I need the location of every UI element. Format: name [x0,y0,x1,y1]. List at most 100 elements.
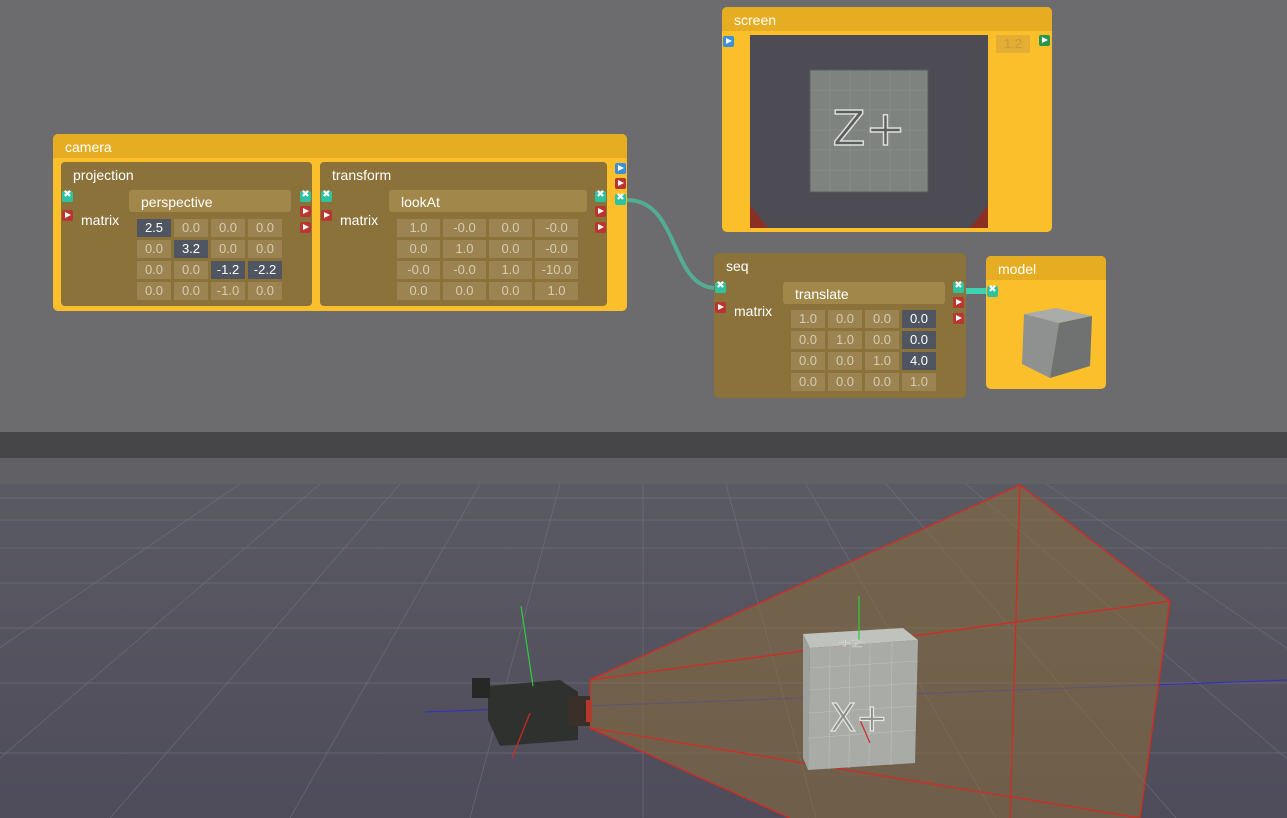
matrix-cell[interactable]: 0.0 [865,373,899,391]
matrix-cell[interactable]: 3.2 [174,240,208,258]
perspective-out-2[interactable] [300,222,311,233]
lookat-out-2[interactable] [595,222,606,233]
perspective-function[interactable]: perspective [129,190,291,212]
camera-output-port-2[interactable] [615,178,626,189]
model-node[interactable]: model [986,256,1106,389]
projection-matrix-port[interactable] [62,210,73,221]
transform-matrix-grid: 1.0 -0.0 0.0 -0.0 0.0 1.0 0.0 -0.0 -0.0 -0.0 1.0 -1… [397,219,578,300]
screen-output-port[interactable] [1039,35,1050,46]
transform-node[interactable]: transform matrix lookAt 1.0-0.00.0-0.00.… [320,162,607,306]
matrix-cell[interactable]: 0.0 [397,282,440,300]
camera-output-port-1[interactable] [615,163,626,174]
seq-node[interactable]: seq matrix translate 1.00.00.00.00.01.00… [714,253,966,398]
screen-preview-label: Z+ [832,100,907,158]
matrix-cell[interactable]: 0.0 [137,240,171,258]
projection-matrix-label: matrix [81,212,120,228]
matrix-cell[interactable]: 1.0 [443,240,486,258]
matrix-cell[interactable]: 0.0 [865,331,899,349]
translate-out-2[interactable] [953,313,964,324]
wire-camera-to-seq [626,198,717,290]
matrix-cell[interactable]: 0.0 [174,282,208,300]
matrix-cell[interactable]: 0.0 [489,240,532,258]
matrix-cell[interactable]: 1.0 [865,352,899,370]
seq-input-port[interactable] [715,280,726,293]
matrix-cell[interactable]: 4.0 [902,352,936,370]
projection-input-port[interactable] [62,189,73,202]
matrix-cell[interactable]: 0.0 [248,219,282,237]
matrix-cell[interactable]: 0.0 [791,352,825,370]
seq-matrix-grid: 1.0 0.0 0.0 0.0 0.0 1.0 0.0 0.0 0.0 0.0 1.0 4.0 0.0 0… [791,310,936,391]
matrix-cell[interactable]: 1.0 [489,261,532,279]
perspective-out-1[interactable] [300,206,311,217]
matrix-cell[interactable]: 0.0 [211,240,245,258]
matrix-cell[interactable]: 0.0 [791,373,825,391]
screen-preview[interactable]: Z+ [750,35,988,228]
matrix-cell[interactable]: -0.0 [397,261,440,279]
matrix-cell[interactable]: 0.0 [791,331,825,349]
matrix-cell[interactable]: -0.0 [443,219,486,237]
matrix-cell[interactable]: -0.0 [443,261,486,279]
model-preview-cube [1022,308,1092,378]
matrix-cell[interactable]: 0.0 [137,282,171,300]
matrix-cell[interactable]: 0.0 [248,282,282,300]
matrix-cell[interactable]: 0.0 [828,352,862,370]
matrix-cell[interactable]: -10.0 [535,261,578,279]
transform-matrix-label: matrix [340,212,379,228]
screen-node-title: screen [734,12,777,28]
translate-out-1[interactable] [953,297,964,308]
scene-graphic [0,458,1287,818]
panel-divider[interactable] [0,432,1287,458]
matrix-cell[interactable]: 0.0 [137,261,171,279]
matrix-cell[interactable]: 1.0 [791,310,825,328]
cube-face-label: X+ [829,695,888,740]
lookat-output-port[interactable] [595,189,606,202]
projection-matrix-grid: 2.5 0.0 0.0 0.0 0.0 3.2 0.0 0.0 0.0 0.0 -1.2 -2.2 0.… [137,219,282,300]
matrix-cell[interactable]: -0.0 [535,219,578,237]
matrix-cell[interactable]: 0.0 [902,310,936,328]
matrix-cell[interactable]: 2.5 [137,219,171,237]
matrix-cell[interactable]: 0.0 [489,282,532,300]
translate-output-port[interactable] [953,280,964,293]
translate-function[interactable]: translate [783,282,945,304]
screen-value-field[interactable]: 1.2 [996,35,1030,53]
cube-top-label: Z+ [838,637,863,650]
matrix-cell[interactable]: 0.0 [489,219,532,237]
camera-output-port-3[interactable] [615,192,626,205]
matrix-cell[interactable]: 0.0 [174,261,208,279]
matrix-cell[interactable]: 1.0 [902,373,936,391]
projection-title: projection [73,167,134,183]
seq-matrix-label: matrix [734,303,773,319]
matrix-cell[interactable]: 0.0 [865,310,899,328]
matrix-cell[interactable]: 0.0 [174,219,208,237]
3d-viewport[interactable]: X+ Z+ [0,458,1287,818]
matrix-cell[interactable]: 0.0 [828,373,862,391]
transform-input-port[interactable] [321,189,332,202]
node-graph-editor[interactable]: camera projection matrix perspective 2.5… [0,0,1287,432]
matrix-cell[interactable]: 1.0 [535,282,578,300]
matrix-cell[interactable]: 0.0 [443,282,486,300]
matrix-cell[interactable]: -2.2 [248,261,282,279]
transform-matrix-port[interactable] [321,210,332,221]
matrix-cell[interactable]: -0.0 [535,240,578,258]
seq-node-header[interactable] [714,253,966,277]
matrix-cell[interactable]: 1.0 [828,331,862,349]
screen-input-port[interactable] [723,36,734,47]
matrix-cell[interactable]: -1.2 [211,261,245,279]
screen-node[interactable]: screen Z+ 1.2 [722,7,1052,232]
matrix-cell[interactable]: -1.0 [211,282,245,300]
matrix-cell[interactable]: 0.0 [211,219,245,237]
matrix-cell[interactable]: 1.0 [397,219,440,237]
lookat-out-1[interactable] [595,206,606,217]
transform-title: transform [332,167,392,183]
matrix-cell[interactable]: 0.0 [248,240,282,258]
camera-node-header[interactable] [53,134,627,158]
seq-matrix-port[interactable] [715,302,726,313]
camera-node[interactable]: camera projection matrix perspective 2.5… [53,134,627,311]
matrix-cell[interactable]: 0.0 [397,240,440,258]
matrix-cell[interactable]: 0.0 [828,310,862,328]
lookat-function[interactable]: lookAt [389,190,587,212]
projection-node[interactable]: projection matrix perspective 2.50.00.00… [61,162,312,306]
perspective-output-port[interactable] [300,189,311,202]
model-node-title: model [998,261,1037,277]
matrix-cell[interactable]: 0.0 [902,331,936,349]
